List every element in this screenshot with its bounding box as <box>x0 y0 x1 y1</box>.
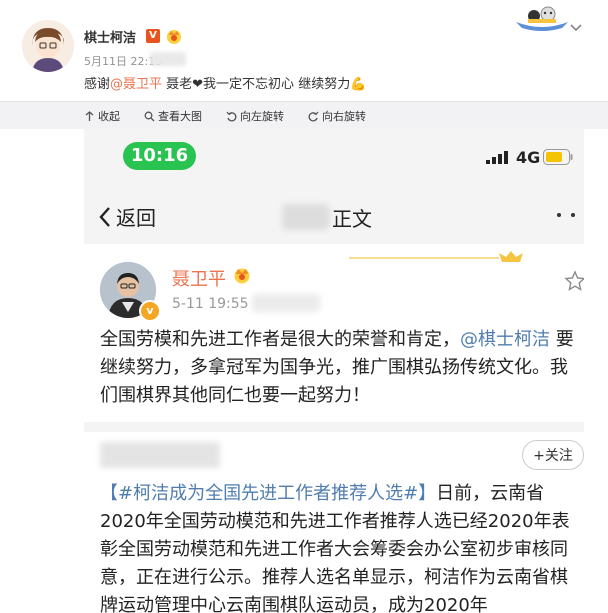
post-text-prefix: 感谢 <box>84 77 111 92</box>
view-large-label: 查看大图 <box>158 110 202 123</box>
crown-decoration-icon <box>349 251 523 262</box>
author-name[interactable]: 聂卫平 <box>172 265 226 291</box>
status-time: 10:16 <box>123 142 196 170</box>
redacted-title <box>282 204 330 230</box>
section-divider <box>84 422 584 432</box>
quoted-post: v 聂卫平 5-11 19:55 全国劳模和先进工作者是很大的荣誉和肯定，@棋士… <box>84 244 584 422</box>
v-badge-icon: V <box>146 29 160 43</box>
avatar[interactable] <box>22 20 74 72</box>
back-chevron-icon <box>99 206 110 227</box>
redacted-source <box>252 294 320 312</box>
magnify-icon <box>144 111 155 121</box>
vip-crown-icon <box>167 30 181 44</box>
rotate-right-button[interactable]: 向右旋转 <box>308 108 366 124</box>
view-large-button[interactable]: 查看大图 <box>144 108 202 124</box>
vip-crown-icon <box>234 268 250 284</box>
rotate-left-label: 向左旋转 <box>240 110 284 123</box>
rotate-right-label: 向右旋转 <box>322 110 366 123</box>
back-button[interactable]: 返回 <box>98 202 156 231</box>
collapse-icon <box>85 110 94 121</box>
nav-title: 正文 <box>332 207 372 231</box>
embedded-screenshot[interactable]: 10:16 4G 返回 正文 v 聂卫平 5-11 19:55 全国劳模和先进工… <box>84 128 584 613</box>
quoted-post-body: 全国劳模和先进工作者是很大的荣誉和肯定，@棋士柯洁 要继续努力，多拿冠军为国争光… <box>100 326 576 410</box>
follow-button[interactable]: +关注 <box>522 440 584 470</box>
verified-icon: v <box>139 300 161 322</box>
signal-icon <box>486 151 508 164</box>
boat-decoration-icon <box>516 6 568 31</box>
post-text-suffix: 聂老❤我一定不忘初心 继续努力💪 <box>162 77 367 92</box>
rotate-left-icon <box>226 111 237 121</box>
post-text: 感谢@聂卫平 聂老❤我一定不忘初心 继续努力💪 <box>84 73 366 92</box>
star-icon[interactable] <box>564 270 584 292</box>
back-label: 返回 <box>116 206 156 230</box>
mention-link[interactable]: @聂卫平 <box>110 77 162 92</box>
second-post: +关注 【#柯洁成为全国先进工作者推荐人选#】日前，云南省2020年全国劳动模范… <box>84 432 584 613</box>
rotate-left-button[interactable]: 向左旋转 <box>226 108 284 124</box>
battery-icon <box>543 149 573 165</box>
hashtag-link[interactable]: 【#柯洁成为全国先进工作者推荐人选#】 <box>100 483 436 504</box>
post-timestamp: 5-11 19:55 <box>172 296 249 312</box>
network-type: 4G <box>516 148 541 167</box>
redacted-username <box>100 442 220 468</box>
more-dots-icon[interactable] <box>556 212 576 218</box>
image-toolbar: 收起 查看大图 向左旋转 向右旋转 <box>0 101 608 129</box>
phone-status-bar: 10:16 4G <box>84 128 584 188</box>
quoted-body-1: 全国劳模和先进工作者是很大的荣誉和肯定， <box>100 329 460 350</box>
weibo-post-header: 棋士柯洁 V 5月11日 22:19 感谢@聂卫平 聂老❤我一定不忘初心 继续努… <box>0 0 608 101</box>
phone-nav-bar: 返回 正文 <box>84 188 584 244</box>
collapse-label: 收起 <box>98 110 120 123</box>
second-post-body: 【#柯洁成为全国先进工作者推荐人选#】日前，云南省2020年全国劳动模范和先进工… <box>100 480 584 613</box>
rotate-right-icon <box>308 111 319 121</box>
mention-link[interactable]: @棋士柯洁 <box>460 329 550 350</box>
expand-chevron-icon[interactable] <box>568 22 584 34</box>
redacted-source <box>150 52 186 66</box>
collapse-button[interactable]: 收起 <box>84 108 120 124</box>
username[interactable]: 棋士柯洁 <box>84 27 136 46</box>
